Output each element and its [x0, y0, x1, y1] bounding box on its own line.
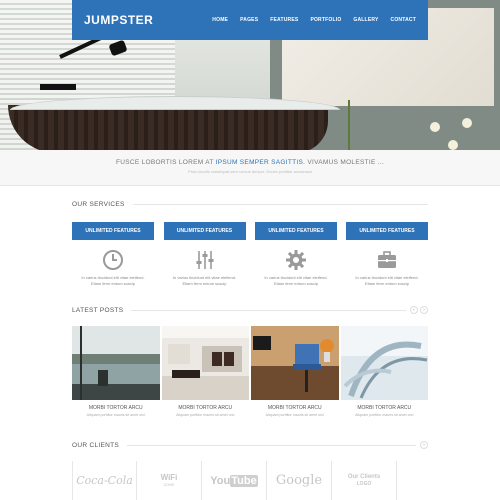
- post-image[interactable]: [340, 326, 428, 400]
- post-title[interactable]: MORBI TORTOR ARCU: [162, 405, 250, 411]
- sliders-icon: [194, 249, 216, 271]
- service-card: UNLIMITED FEATURES In varius tincidunt e…: [163, 222, 246, 287]
- desk-lamp-image: [40, 84, 76, 90]
- clients-next-button[interactable]: ›: [420, 441, 428, 449]
- menu-item-pages[interactable]: PAGES: [240, 17, 258, 23]
- service-description: In varius tincidunt elit vitae eleifend.…: [355, 275, 419, 286]
- post-image[interactable]: [72, 326, 160, 400]
- menu-item-portfolio[interactable]: PORTFOLIO: [310, 17, 341, 23]
- post-image[interactable]: [251, 326, 339, 400]
- menu-item-features[interactable]: FEATURES: [270, 17, 298, 23]
- main-menu: HOME PAGES FEATURES PORTFOLIO GALLERY CO…: [212, 17, 416, 23]
- post-card[interactable]: MORBI TORTOR ARCU Aliquam porttitor maur…: [340, 326, 429, 420]
- menu-item-home[interactable]: HOME: [212, 17, 228, 23]
- menu-item-gallery[interactable]: GALLERY: [353, 17, 378, 23]
- posts-prev-button[interactable]: ‹: [410, 306, 418, 314]
- post-excerpt: Aliquam porttitor mauris sit amet orci: [355, 413, 414, 417]
- site-logo[interactable]: JUMPSTER: [84, 13, 153, 27]
- section-title: OUR CLIENTS: [72, 441, 120, 449]
- post-title[interactable]: MORBI TORTOR ARCU: [341, 405, 429, 411]
- latest-posts-heading: LATEST POSTS ‹ ›: [72, 305, 428, 315]
- post-image[interactable]: [161, 326, 249, 400]
- post-card[interactable]: MORBI TORTOR ARCU Aliquam porttitor maur…: [251, 326, 339, 420]
- gear-icon: [285, 249, 307, 271]
- section-title: OUR SERVICES: [72, 200, 125, 208]
- clients-logos: Coca-Cola WiFi ZONE YouTube Google Our C…: [72, 461, 428, 500]
- post-card[interactable]: MORBI TORTOR ARCU Aliquam porttitor maur…: [161, 326, 250, 420]
- client-logo-wifi-zone[interactable]: WiFi ZONE: [137, 461, 202, 500]
- post-excerpt: Aliquam porttitor mauris sit amet orci: [265, 413, 324, 417]
- post-excerpt: Aliquam porttitor mauris sit amet orci: [176, 413, 235, 417]
- post-title[interactable]: MORBI TORTOR ARCU: [72, 405, 160, 411]
- tagline-highlight: IPSUM SEMPER SAGITTIS: [215, 159, 304, 166]
- unlimited-features-button[interactable]: UNLIMITED FEATURES: [346, 222, 428, 240]
- post-excerpt: Aliquam porttitor mauris sit amet orci: [86, 413, 145, 417]
- unlimited-features-button[interactable]: UNLIMITED FEATURES: [255, 222, 337, 240]
- posts-next-button[interactable]: ›: [420, 306, 428, 314]
- client-logo-coca-cola[interactable]: Coca-Cola: [72, 461, 137, 500]
- menu-item-contact[interactable]: CONTACT: [391, 17, 416, 23]
- services-heading: OUR SERVICES: [72, 199, 428, 209]
- posts-carousel: MORBI TORTOR ARCU Aliquam porttitor maur…: [72, 326, 428, 420]
- page: JUMPSTER HOME PAGES FEATURES PORTFOLIO G…: [0, 0, 500, 500]
- tagline-text: FUSCE LOBORTIS LOREM AT IPSUM SEMPER SAG…: [115, 159, 385, 166]
- tagline-bar: FUSCE LOBORTIS LOREM AT IPSUM SEMPER SAG…: [0, 150, 500, 186]
- unlimited-features-button[interactable]: UNLIMITED FEATURES: [72, 222, 154, 240]
- briefcase-icon: [376, 249, 398, 271]
- reception-desk-image: [8, 105, 328, 150]
- service-card: UNLIMITED FEATURES In varius tincidunt e…: [346, 222, 428, 287]
- service-description: In varius tincidunt elit vitae eleifend.…: [172, 275, 237, 286]
- client-logo-google[interactable]: Google: [267, 461, 332, 500]
- clients-heading: OUR CLIENTS ›: [72, 440, 428, 450]
- post-title[interactable]: MORBI TORTOR ARCU: [251, 405, 339, 411]
- clock-icon: [102, 249, 124, 271]
- section-title: LATEST POSTS: [72, 306, 124, 314]
- top-navbar: JUMPSTER HOME PAGES FEATURES PORTFOLIO G…: [72, 0, 428, 40]
- service-card: UNLIMITED FEATURES In varius tincidunt e…: [255, 222, 337, 287]
- client-logo-youtube[interactable]: YouTube: [202, 461, 267, 500]
- unlimited-features-button[interactable]: UNLIMITED FEATURES: [163, 222, 246, 240]
- post-card[interactable]: MORBI TORTOR ARCU Aliquam porttitor maur…: [72, 326, 160, 420]
- tagline-subtext: Proin iaculis consequat sem cursus tempo…: [188, 169, 312, 174]
- client-logo-placeholder[interactable]: Our Clients LOGO: [332, 461, 397, 500]
- service-description: In varius tincidunt elit vitae eleifend.…: [264, 275, 328, 286]
- service-description: In varius tincidunt elit vitae eleifend.…: [81, 275, 145, 286]
- service-card: UNLIMITED FEATURES In varius tincidunt e…: [72, 222, 154, 287]
